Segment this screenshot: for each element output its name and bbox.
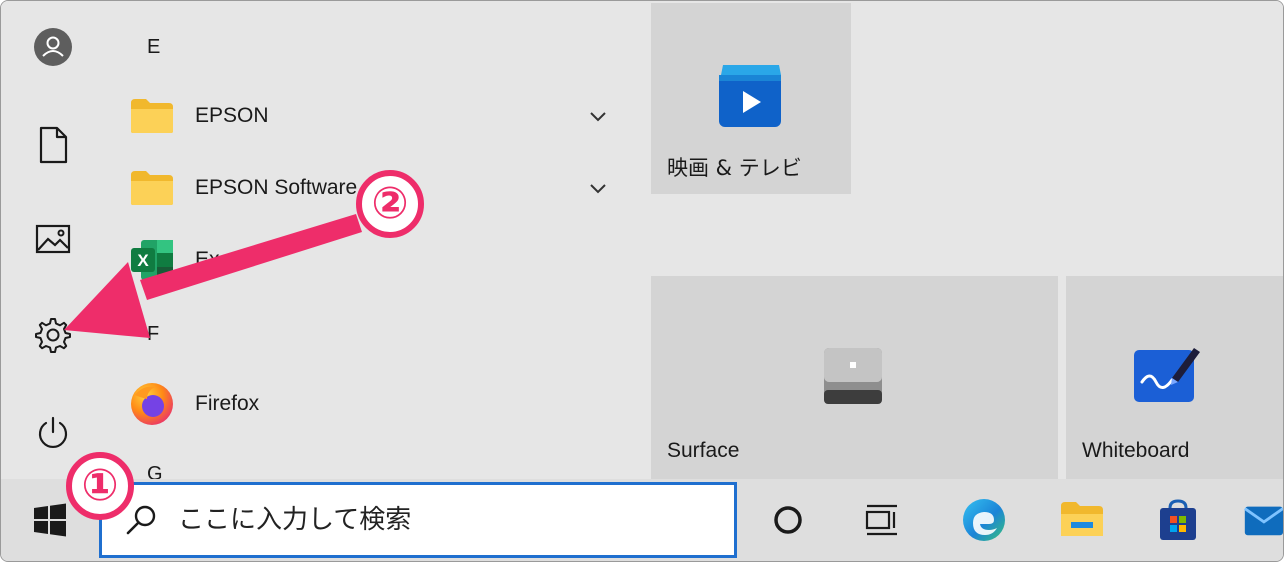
document-icon bbox=[39, 126, 68, 164]
cortana-icon bbox=[774, 506, 802, 534]
letter-header-f[interactable]: F bbox=[147, 323, 159, 346]
movies-tv-icon bbox=[715, 61, 785, 131]
store-button[interactable] bbox=[1147, 489, 1209, 551]
documents-button[interactable] bbox=[23, 115, 83, 175]
file-explorer-icon bbox=[1061, 502, 1103, 536]
app-label: Firefox bbox=[195, 392, 260, 415]
excel-icon: X bbox=[129, 237, 175, 283]
power-icon bbox=[38, 416, 68, 448]
tile-whiteboard[interactable]: Whiteboard bbox=[1066, 276, 1283, 479]
folder-icon bbox=[129, 165, 175, 211]
windows-logo-icon bbox=[34, 503, 66, 537]
tile-surface[interactable]: Surface bbox=[651, 276, 1058, 479]
firefox-icon bbox=[129, 381, 175, 427]
chevron-down-icon[interactable] bbox=[587, 177, 609, 199]
taskbar bbox=[1, 479, 1283, 561]
screenshot-frame: E EPSON EPSON Software X Excel F Firefox… bbox=[0, 0, 1284, 562]
letter-header-e[interactable]: E bbox=[147, 36, 160, 59]
settings-button[interactable] bbox=[23, 305, 83, 365]
app-item-firefox[interactable]: Firefox bbox=[129, 379, 609, 429]
pictures-icon bbox=[35, 224, 71, 254]
surface-icon bbox=[821, 344, 885, 408]
start-rail bbox=[1, 1, 105, 479]
start-button[interactable] bbox=[19, 489, 81, 551]
user-icon bbox=[34, 28, 72, 66]
gear-icon bbox=[35, 318, 71, 353]
app-label: EPSON bbox=[195, 104, 269, 127]
app-item-epson[interactable]: EPSON bbox=[129, 91, 609, 141]
task-view-button[interactable] bbox=[851, 489, 913, 551]
mail-button[interactable] bbox=[1241, 489, 1283, 551]
task-view-icon bbox=[865, 504, 897, 536]
store-icon bbox=[1160, 499, 1196, 540]
search-input[interactable] bbox=[172, 505, 698, 535]
svg-text:X: X bbox=[137, 251, 149, 270]
mail-icon bbox=[1243, 506, 1283, 536]
tile-label: Surface bbox=[667, 439, 740, 462]
app-label: Excel bbox=[195, 248, 247, 271]
search-icon bbox=[112, 503, 172, 537]
search-box[interactable] bbox=[99, 482, 737, 558]
tile-movies-tv[interactable]: 映画 & テレビ bbox=[651, 3, 851, 194]
app-label: EPSON Software bbox=[195, 176, 358, 199]
pictures-button[interactable] bbox=[23, 209, 83, 269]
folder-icon bbox=[129, 93, 175, 139]
tile-label: 映画 & テレビ bbox=[667, 156, 802, 180]
file-explorer-button[interactable] bbox=[1051, 489, 1113, 551]
tile-label: Whiteboard bbox=[1082, 439, 1190, 462]
power-button[interactable] bbox=[23, 403, 83, 463]
app-list: E EPSON EPSON Software X Excel F Firefox… bbox=[111, 1, 631, 479]
edge-button[interactable] bbox=[953, 489, 1015, 551]
start-menu: E EPSON EPSON Software X Excel F Firefox… bbox=[1, 1, 1283, 479]
letter-header-g[interactable]: G bbox=[147, 463, 163, 479]
app-item-epson-software[interactable]: EPSON Software bbox=[129, 163, 609, 213]
whiteboard-icon bbox=[1132, 342, 1202, 406]
app-item-excel[interactable]: X Excel bbox=[129, 235, 609, 285]
cortana-button[interactable] bbox=[757, 489, 819, 551]
chevron-down-icon[interactable] bbox=[587, 105, 609, 127]
edge-icon bbox=[963, 499, 1005, 541]
account-button[interactable] bbox=[23, 17, 83, 77]
